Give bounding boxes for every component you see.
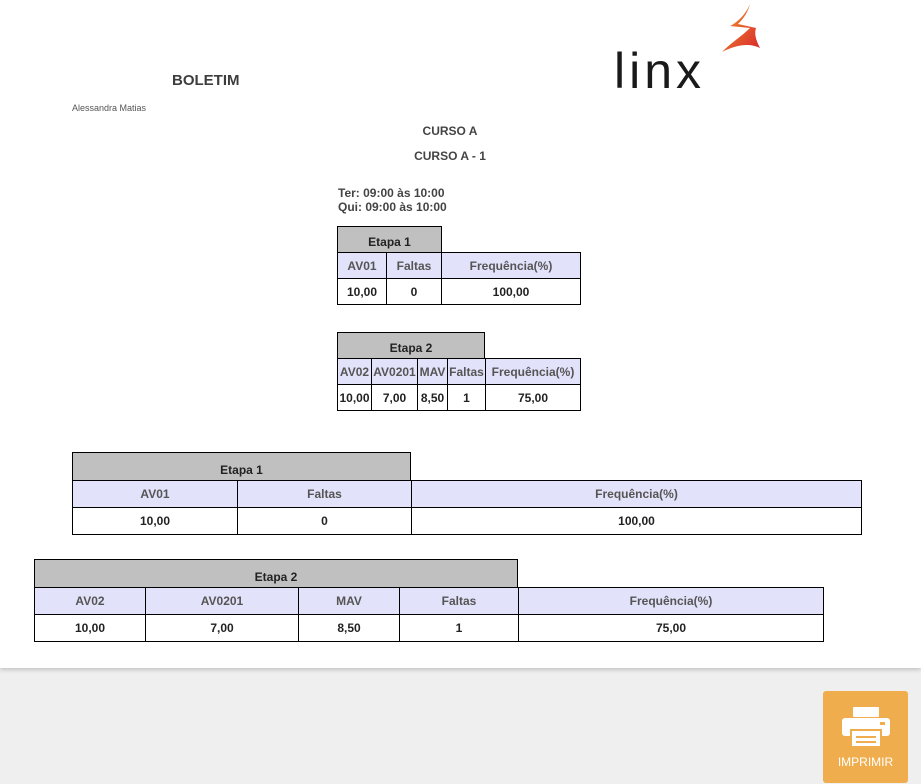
- table-cell: 10,00: [72, 507, 238, 535]
- table-row: 10,00 0 100,00: [337, 278, 581, 305]
- table-header-row: AV02 AV0201 MAV Faltas Frequência(%): [337, 358, 581, 385]
- printer-icon: [842, 707, 890, 748]
- column-header: Frequência(%): [441, 252, 581, 279]
- stage-title: Etapa 1: [72, 452, 411, 480]
- table-row: 10,00 0 100,00: [72, 507, 862, 535]
- table-cell: 7,00: [145, 614, 299, 642]
- column-header: AV02: [337, 358, 372, 385]
- schedule-line: Ter: 09:00 às 10:00: [338, 186, 445, 200]
- student-name: Alessandra Matias: [72, 103, 147, 113]
- report-page: BOLETIM Alessandra Matias linx CURSO A C…: [0, 0, 921, 668]
- table-cell: 7,00: [371, 384, 418, 411]
- svg-text:linx: linx: [614, 43, 705, 98]
- grade-table: AV01 Faltas Frequência(%) 10,00 0 100,00: [337, 252, 581, 305]
- stage-title: Etapa 2: [337, 332, 485, 358]
- stage1-summary-large: Etapa 1 AV01 Faltas Frequência(%) 10,00 …: [72, 452, 862, 535]
- table-row: 10,00 7,00 8,50 1 75,00: [337, 384, 581, 411]
- column-header: Frequência(%): [518, 587, 824, 615]
- table-cell: 0: [386, 278, 442, 305]
- stage1-summary-small: Etapa 1 AV01 Faltas Frequência(%) 10,00 …: [337, 226, 581, 305]
- schedule: Ter: 09:00 às 10:00 Qui: 09:00 às 10:00: [338, 186, 447, 214]
- column-header: MAV: [298, 587, 400, 615]
- print-button[interactable]: IMPRIMIR: [823, 691, 908, 783]
- table-cell: 8,50: [298, 614, 400, 642]
- column-header: AV0201: [145, 587, 299, 615]
- table-cell: 75,00: [485, 384, 581, 411]
- column-header: Frequência(%): [485, 358, 581, 385]
- grade-table: AV02 AV0201 MAV Faltas Frequência(%) 10,…: [337, 358, 581, 411]
- column-header: Faltas: [447, 358, 486, 385]
- table-cell: 10,00: [337, 384, 372, 411]
- print-button-label: IMPRIMIR: [837, 755, 894, 769]
- course-name: CURSO A: [422, 124, 478, 138]
- table-cell: 100,00: [441, 278, 581, 305]
- column-header: MAV: [417, 358, 448, 385]
- linx-logo-mark: linx: [614, 4, 760, 99]
- table-cell: 0: [237, 507, 412, 535]
- table-cell: 1: [399, 614, 519, 642]
- schedule-line: Qui: 09:00 às 10:00: [338, 200, 447, 214]
- column-header: Frequência(%): [411, 480, 862, 508]
- column-header: Faltas: [237, 480, 412, 508]
- table-cell: 75,00: [518, 614, 824, 642]
- column-header: AV0201: [371, 358, 418, 385]
- grade-table: AV02 AV0201 MAV Faltas Frequência(%) 10,…: [34, 587, 824, 642]
- report-title: BOLETIM: [172, 72, 240, 89]
- table-cell: 10,00: [337, 278, 387, 305]
- table-cell: 10,00: [34, 614, 146, 642]
- table-header-row: AV01 Faltas Frequência(%): [72, 480, 862, 508]
- table-cell: 8,50: [417, 384, 448, 411]
- stage2-summary-large: Etapa 2 AV02 AV0201 MAV Faltas Frequênci…: [34, 559, 824, 642]
- stage2-summary-small: Etapa 2 AV02 AV0201 MAV Faltas Frequênci…: [337, 332, 581, 411]
- column-header: Faltas: [386, 252, 442, 279]
- column-header: Faltas: [399, 587, 519, 615]
- table-cell: 100,00: [411, 507, 862, 535]
- table-cell: 1: [447, 384, 486, 411]
- column-header: AV01: [72, 480, 238, 508]
- stage-title: Etapa 1: [337, 226, 442, 252]
- table-header-row: AV02 AV0201 MAV Faltas Frequência(%): [34, 587, 824, 615]
- stage-title: Etapa 2: [34, 559, 518, 587]
- table-header-row: AV01 Faltas Frequência(%): [337, 252, 581, 279]
- table-row: 10,00 7,00 8,50 1 75,00: [34, 614, 824, 642]
- class-name: CURSO A - 1: [414, 149, 486, 163]
- grade-table: AV01 Faltas Frequência(%) 10,00 0 100,00: [72, 480, 862, 535]
- linx-logo: linx: [610, 2, 770, 99]
- column-header: AV01: [337, 252, 387, 279]
- column-header: AV02: [34, 587, 146, 615]
